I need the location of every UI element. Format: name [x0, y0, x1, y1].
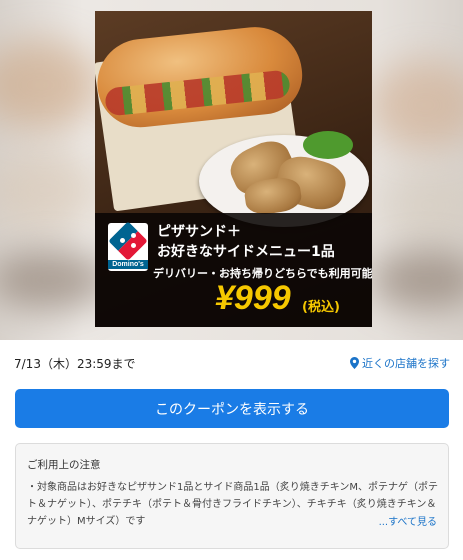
usage-notes: ご利用上の注意 ・対象商品はお好きなピザサンド1品とサイド商品1品（炙り焼きチキ… — [15, 443, 449, 549]
headline-line-2: お好きなサイドメニュー1品 — [157, 244, 335, 260]
location-pin-icon — [350, 357, 359, 369]
dominos-tile-icon — [108, 221, 148, 261]
coupon-meta: 7/13（木）23:59まで 近くの店舗を探す — [14, 355, 450, 375]
coupon-hero: Domino's ピザサンド＋ お好きなサイドメニュー1品 デリバリー・お持ち帰… — [0, 0, 463, 340]
headline-line-1: ピザサンド＋ — [157, 224, 241, 240]
show-coupon-button[interactable]: このクーポンを表示する — [15, 389, 449, 428]
lettuce-garnish — [303, 131, 353, 159]
dominos-logo: Domino's — [108, 221, 148, 271]
expiry-date: 7/13（木）23:59まで — [14, 357, 136, 371]
store-link-label: 近くの店舗を探す — [362, 357, 450, 370]
price: ¥999 — [215, 279, 291, 317]
find-nearby-store-link[interactable]: 近くの店舗を探す — [350, 355, 450, 371]
coupon-image: Domino's ピザサンド＋ お好きなサイドメニュー1品 デリバリー・お持ち帰… — [95, 11, 372, 327]
notes-title: ご利用上の注意 — [27, 459, 101, 471]
brand-wordmark: Domino's — [108, 260, 148, 269]
tax-note: (税込) — [302, 300, 340, 315]
see-all-link[interactable]: ...すべて見る — [368, 513, 437, 528]
